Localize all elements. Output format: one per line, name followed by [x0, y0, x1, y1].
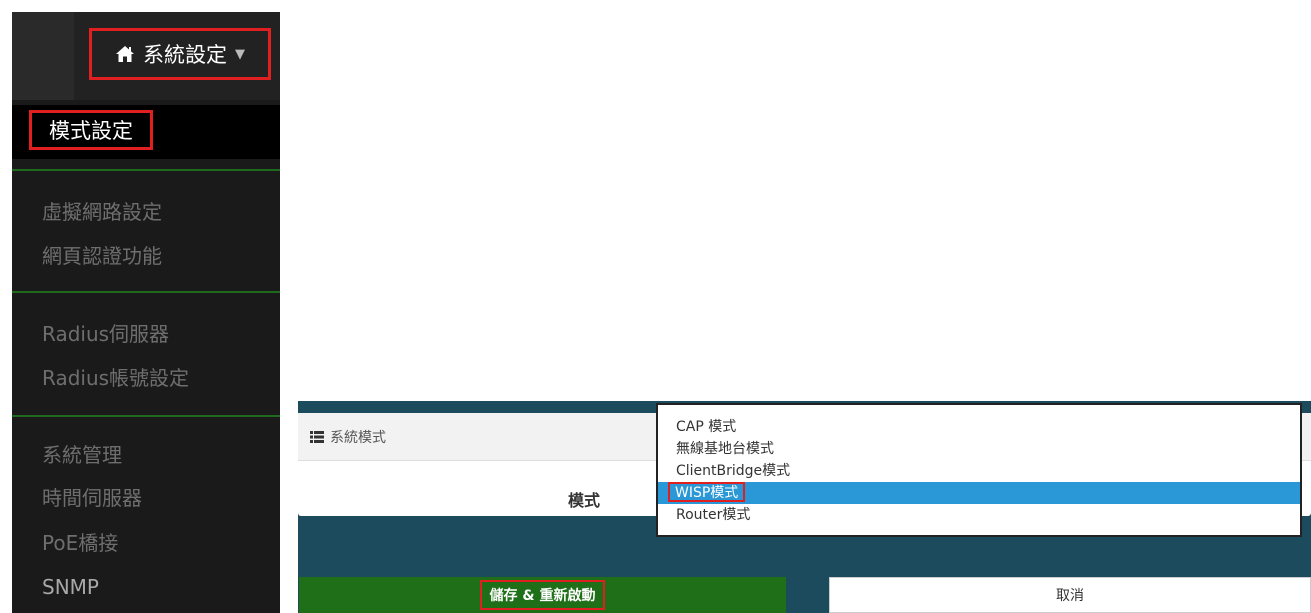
sidebar-topbar: 系統設定 ▼	[12, 12, 280, 100]
sidebar-item-snmp[interactable]: SNMP	[42, 574, 99, 600]
sidebar-item-poe-bridge[interactable]: PoE橋接	[42, 530, 118, 556]
home-icon	[115, 45, 135, 63]
sidebar-item-system-management[interactable]: 系統管理	[42, 442, 122, 468]
mode-option-access-point[interactable]: 無線基地台模式	[658, 438, 1300, 460]
mode-option-wisp[interactable]: WISP模式	[658, 482, 1300, 504]
mode-option-router[interactable]: Router模式	[658, 504, 1300, 526]
sidebar-item-label: 模式設定	[49, 119, 133, 143]
sidebar-item-radius-server[interactable]: Radius伺服器	[42, 321, 169, 347]
mode-option-cap[interactable]: CAP 模式	[658, 416, 1300, 438]
sidebar-divider	[12, 169, 280, 171]
sidebar-item-virtual-network[interactable]: 虛擬網路設定	[42, 199, 162, 225]
save-and-restart-button[interactable]: 儲存 & 重新啟動	[299, 577, 786, 613]
save-and-restart-label: 儲存 & 重新啟動	[479, 580, 606, 610]
sidebar-divider	[12, 415, 280, 417]
mode-option-wisp-label: WISP模式	[668, 482, 746, 502]
mode-dropdown-list[interactable]: CAP 模式 無線基地台模式 ClientBridge模式 WISP模式 Rou…	[656, 403, 1302, 537]
sidebar-divider	[12, 291, 280, 293]
system-settings-label: 系統設定	[143, 43, 227, 67]
sidebar-item-web-auth[interactable]: 網頁認證功能	[42, 243, 162, 269]
system-settings-menu[interactable]: 系統設定 ▼	[89, 28, 271, 80]
cancel-button[interactable]: 取消	[829, 577, 1311, 613]
mode-option-client-bridge[interactable]: ClientBridge模式	[658, 460, 1300, 482]
card-title: 系統模式	[330, 429, 386, 446]
sidebar-item-mode-settings[interactable]: 模式設定	[29, 110, 153, 150]
sidebar-item-radius-accounts[interactable]: Radius帳號設定	[42, 365, 189, 391]
list-icon	[310, 430, 324, 443]
sidebar-topbar-left	[12, 12, 74, 100]
sidebar-menu: 系統設定 ▼ 模式設定 虛擬網路設定 網頁認證功能 Radius伺服器 Radi…	[12, 12, 280, 613]
caret-down-icon: ▼	[235, 46, 245, 62]
sidebar-item-time-server[interactable]: 時間伺服器	[42, 485, 142, 511]
mode-label: 模式	[568, 491, 601, 510]
